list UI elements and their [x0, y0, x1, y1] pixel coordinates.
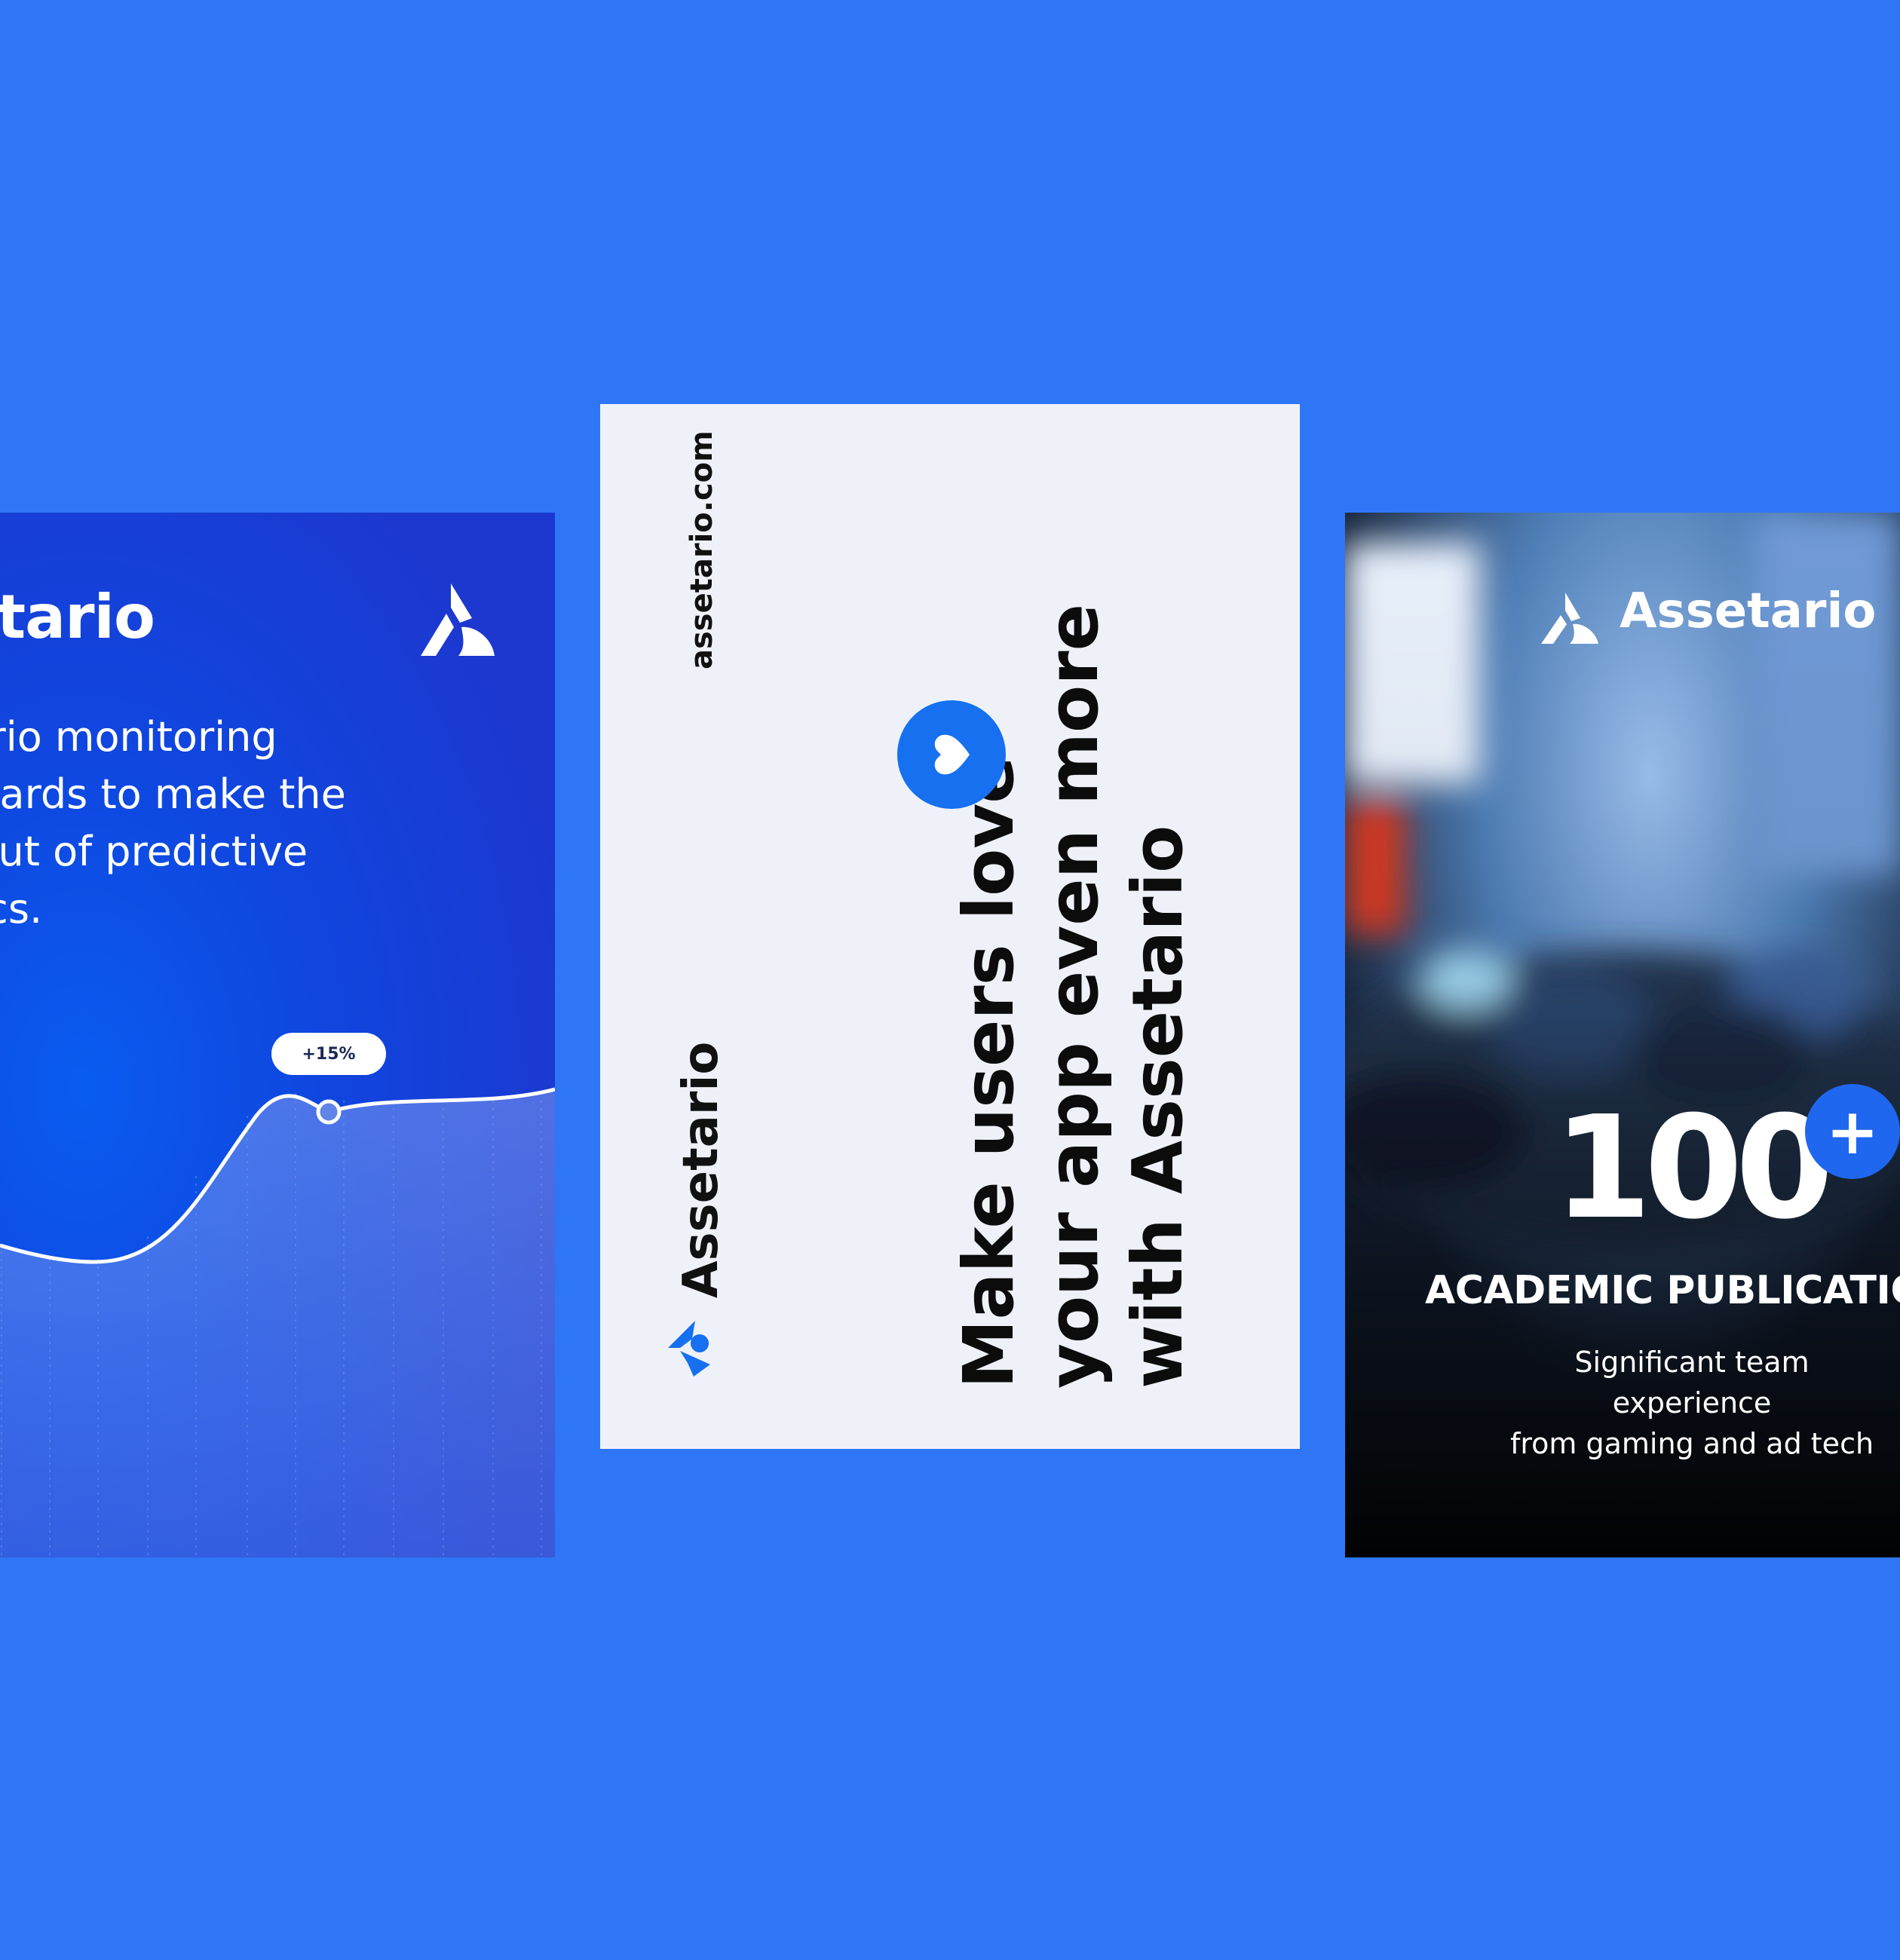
- heart-shape: [934, 734, 970, 775]
- growth-chart: [0, 1087, 555, 1557]
- plus-badge: +: [1805, 1084, 1900, 1179]
- stat-heading: ACADEMIC PUBLICATIO: [1425, 1268, 1900, 1313]
- stat-subtext: Significant team experience from gaming …: [1509, 1346, 1874, 1460]
- assetario-logo-icon: [1541, 593, 1598, 644]
- stat-card: Assetario 100 + ACADEMIC PUBLICATIO Sign…: [1345, 513, 1900, 1557]
- heart-icon: [897, 700, 1006, 809]
- brand-wordmark: Assetario: [673, 1041, 729, 1298]
- card-copy: etario monitoring hboards to make the st…: [0, 713, 346, 933]
- brand-name: Assetario: [1620, 583, 1877, 639]
- chart-area: [0, 1089, 555, 1557]
- assetario-logo-icon: [668, 1321, 710, 1377]
- analytics-card: setario etario monitoring hboards to mak…: [0, 513, 555, 1557]
- website-url: assetario.com: [685, 430, 719, 669]
- stat-number: 100: [1553, 1086, 1834, 1251]
- growth-badge: +15%: [271, 1033, 386, 1075]
- chart-point: [316, 1099, 342, 1125]
- assetario-logo-icon: [421, 583, 495, 656]
- brand-name: setario: [0, 582, 155, 652]
- promo-card: assetario.com Assetario Make users love …: [600, 404, 1300, 1449]
